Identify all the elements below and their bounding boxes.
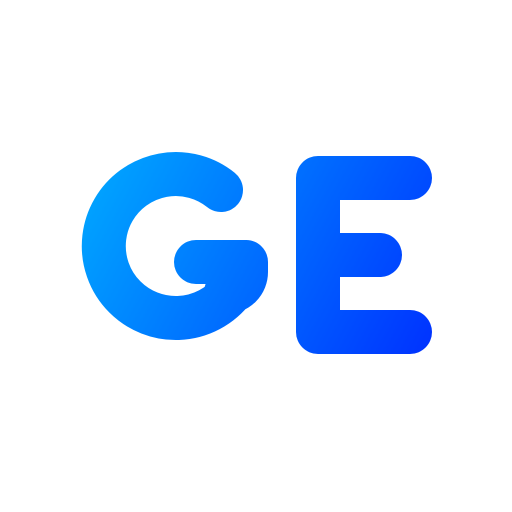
- letter-e: [296, 156, 432, 354]
- letter-g: [81, 152, 268, 341]
- ge-logo: [81, 152, 432, 354]
- logo-canvas: GE: [0, 0, 512, 512]
